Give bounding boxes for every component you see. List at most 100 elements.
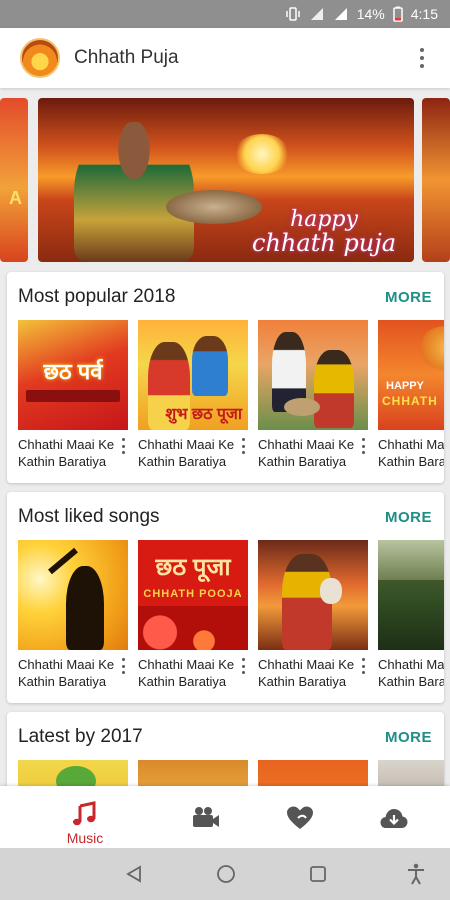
song-more-icon[interactable] [360, 438, 366, 454]
clock-time: 4:15 [410, 6, 438, 22]
banner-slide-current[interactable]: happy chhath puja [38, 98, 414, 262]
song-title: Chhathi Maai Ke Kathin Baratiya [258, 436, 358, 470]
status-bar: 14% 4:15 [0, 0, 450, 28]
home-icon[interactable] [214, 862, 238, 886]
section-most-popular: Most popular 2018 MORE छठ पर्व Chhathi M… [7, 272, 444, 483]
song-title: Chhathi Maai Ke Kathin Baratiya [18, 436, 118, 470]
song-title: Chhathi Maai Ke Kathin Baratiya [18, 656, 118, 690]
more-vertical-icon[interactable] [410, 43, 434, 73]
song-title-line2: Kathin Bara [378, 454, 444, 469]
video-camera-icon [193, 807, 219, 827]
thumbnail-text: छठ पर्व [43, 359, 103, 384]
more-button[interactable]: MORE [385, 729, 432, 746]
song-title: Chhathi Maai Ke Kathin Baratiya [258, 656, 358, 690]
song-tile[interactable]: HAPPY CHHATH Chhathi Ma Kathin Bara [378, 320, 444, 470]
song-more-icon[interactable] [120, 658, 126, 674]
song-thumbnail[interactable] [258, 320, 368, 430]
song-thumbnail[interactable] [18, 540, 128, 650]
song-tile[interactable]: Chhathi Maai Ke Kathin Baratiya [258, 320, 368, 470]
section-title: Most liked songs [18, 506, 160, 527]
song-title-line2: Kathin Baratiya [258, 674, 347, 689]
song-title: Chhathi Ma Kathin Bara [378, 656, 444, 690]
song-tile[interactable]: छठ पूजा CHHATH POOJA Chhathi Maai Ke Kat… [138, 540, 248, 690]
song-thumbnail[interactable]: छठ पूजा CHHATH POOJA [138, 540, 248, 650]
song-tile[interactable]: Chhathi Ma Kathin Bara [378, 540, 444, 690]
sunset-image [234, 134, 290, 174]
offering-basket-image [166, 190, 262, 224]
system-navigation-bar [0, 848, 450, 900]
song-title-line2: Kathin Bara [378, 674, 444, 689]
section-latest: Latest by 2017 MORE [7, 712, 444, 792]
song-title-line1: Chhathi Maai Ke [258, 437, 355, 452]
song-title-line1: Chhathi Maai Ke [138, 437, 235, 452]
app-bar: Chhath Puja [0, 28, 450, 88]
song-title-line2: Kathin Baratiya [18, 454, 107, 469]
devotee-image [74, 122, 194, 262]
banner-carousel[interactable]: A happy chhath puja [0, 96, 450, 264]
vibrate-icon [285, 6, 301, 22]
song-title: Chhathi Maai Ke Kathin Baratiya [138, 656, 238, 690]
song-title-line2: Kathin Baratiya [258, 454, 347, 469]
song-more-icon[interactable] [120, 438, 126, 454]
song-title-line1: Chhathi Maai Ke [258, 657, 355, 672]
cloud-download-icon [380, 809, 408, 828]
song-more-icon[interactable] [360, 658, 366, 674]
section-most-liked: Most liked songs MORE Chhathi Maai Ke Ka… [7, 492, 444, 703]
app-title: Chhath Puja [74, 47, 179, 68]
song-thumbnail[interactable]: छठ पर्व [18, 320, 128, 430]
song-more-icon[interactable] [240, 438, 246, 454]
song-title-line2: Kathin Baratiya [138, 674, 227, 689]
thumbnail-text: छठ पूजा [155, 554, 231, 581]
song-title-line1: Chhathi Maai Ke [138, 657, 235, 672]
more-button[interactable]: MORE [385, 289, 432, 306]
banner-slide-text: A [9, 188, 22, 208]
song-thumbnail[interactable]: HAPPY CHHATH [378, 320, 444, 430]
song-title-line2: Kathin Baratiya [138, 454, 227, 469]
banner-greeting: happy chhath puja [252, 208, 396, 256]
nav-label-music: Music [66, 830, 104, 846]
banner-greeting-line2: chhath puja [252, 228, 396, 257]
banner-slide-previous[interactable]: A [0, 98, 28, 262]
more-button[interactable]: MORE [385, 509, 432, 526]
thumbnail-text-2: CHHATH [382, 394, 438, 408]
song-title-line1: Chhathi Ma [378, 657, 444, 672]
song-carousel[interactable]: Chhathi Maai Ke Kathin Baratiya छठ पूजा … [18, 540, 444, 690]
song-tile[interactable]: Chhathi Maai Ke Kathin Baratiya [18, 540, 128, 690]
signal-data-icon [309, 6, 325, 22]
banner-greeting-line1: happy [290, 206, 358, 232]
song-title: Chhathi Ma Kathin Bara [378, 436, 444, 470]
song-title-line1: Chhathi Ma [378, 437, 444, 452]
music-note-icon [73, 801, 96, 826]
song-tile[interactable]: शुभ छठ पूजा Chhathi Maai Ke Kathin Barat… [138, 320, 248, 470]
recents-icon[interactable] [306, 862, 330, 886]
song-title: Chhathi Maai Ke Kathin Baratiya [138, 436, 238, 470]
section-title: Latest by 2017 [18, 726, 143, 747]
battery-percent: 14% [356, 6, 385, 22]
nav-item-downloads[interactable] [338, 786, 450, 848]
signal-icon [333, 6, 349, 22]
song-more-icon[interactable] [240, 658, 246, 674]
song-thumbnail[interactable] [258, 540, 368, 650]
back-icon[interactable] [122, 862, 146, 886]
song-thumbnail[interactable]: शुभ छठ पूजा [138, 320, 248, 430]
song-carousel[interactable]: छठ पर्व Chhathi Maai Ke Kathin Baratiya … [18, 320, 444, 470]
battery-low-icon [393, 6, 403, 22]
app-logo-icon[interactable] [20, 38, 60, 78]
section-header: Latest by 2017 MORE [18, 724, 432, 750]
accessibility-icon[interactable] [404, 862, 428, 886]
song-tile[interactable]: Chhathi Maai Ke Kathin Baratiya [258, 540, 368, 690]
song-title-line1: Chhathi Maai Ke [18, 657, 115, 672]
song-tile[interactable]: छठ पर्व Chhathi Maai Ke Kathin Baratiya [18, 320, 128, 470]
song-title-line2: Kathin Baratiya [18, 674, 107, 689]
section-header: Most liked songs MORE [18, 504, 432, 530]
nav-item-music[interactable]: Music [29, 786, 141, 848]
thumbnail-text: शुभ छठ पूजा [165, 406, 242, 423]
song-thumbnail[interactable] [378, 540, 444, 650]
section-header: Most popular 2018 MORE [18, 284, 432, 310]
song-title-line1: Chhathi Maai Ke [18, 437, 115, 452]
thumbnail-text-2: CHHATH POOJA [143, 588, 243, 600]
thumbnail-text: HAPPY [386, 380, 424, 392]
bottom-navigation: Music [0, 786, 450, 848]
favorites-hearts-icon [287, 806, 313, 829]
banner-slide-next[interactable] [422, 98, 450, 262]
